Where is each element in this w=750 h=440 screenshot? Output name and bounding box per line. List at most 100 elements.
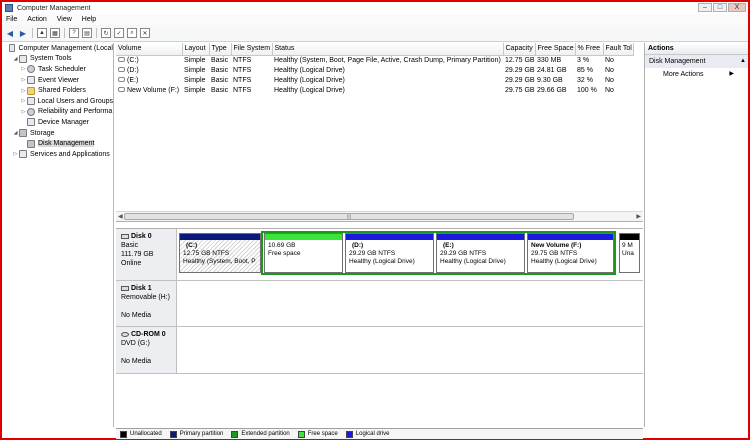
minimize-button[interactable]: – — [698, 3, 712, 12]
menu-view[interactable]: View — [57, 16, 72, 23]
check-icon[interactable]: ✓ — [114, 28, 124, 38]
tree-item[interactable]: Computer Management (Local — [2, 43, 113, 54]
column-header-capacity[interactable]: Capacity — [503, 43, 536, 56]
tree-item-label: Computer Management (Local — [18, 44, 113, 52]
delete-icon[interactable]: ✕ — [140, 28, 150, 38]
column-header-file-system[interactable]: File System — [231, 43, 273, 56]
partition-f[interactable]: New Volume (F:) 29.75 GB NTFS Healthy (L… — [527, 233, 614, 273]
tree-item[interactable]: ▷ Event Viewer — [2, 75, 113, 86]
volume-table: Volume Layout Type File System Status Ca… — [116, 43, 634, 95]
legend: Unallocated Primary partition Extended par… — [116, 428, 643, 439]
toolbar-separator — [32, 28, 33, 38]
collapsed-arrow-icon[interactable]: ▷ — [20, 77, 27, 83]
tree-item[interactable]: ▷ Local Users and Groups — [2, 96, 113, 107]
scroll-right-icon[interactable]: ▶ — [636, 213, 641, 220]
table-cell: Simple — [182, 65, 209, 75]
partition-status: Free space — [268, 250, 301, 257]
tree-item[interactable]: ◢ Storage — [2, 128, 113, 139]
tree-item[interactable]: ▷ Services and Applications — [2, 149, 113, 160]
forward-arrow-icon[interactable]: ▶ — [18, 28, 28, 38]
table-cell: 32 % — [575, 75, 603, 85]
column-header-fault-tolerance[interactable]: Fault Tol — [603, 43, 634, 56]
tree-item[interactable]: ▷ Reliability and Performa — [2, 107, 113, 118]
tools-icon — [19, 54, 27, 63]
column-header-status[interactable]: Status — [272, 43, 504, 56]
horizontal-scrollbar[interactable]: ◀ ||| ▶ — [116, 211, 643, 221]
column-header-percent-free[interactable]: % Free — [575, 43, 604, 56]
collapse-up-icon[interactable]: ▲ — [740, 55, 746, 68]
menu-help[interactable]: Help — [82, 16, 96, 23]
tree-item[interactable]: ▷ Shared Folders — [2, 85, 113, 96]
back-arrow-icon[interactable]: ◀ — [5, 28, 15, 38]
actions-section-disk-management[interactable]: Disk Management ▲ — [645, 55, 748, 68]
disk-info-disk-0[interactable]: Disk 0 Basic 111.79 GB Online — [116, 229, 177, 280]
cell-text: NTFS — [233, 66, 252, 74]
close-button[interactable]: X — [728, 3, 746, 12]
maximize-button[interactable]: □ — [713, 3, 727, 12]
disk-info-disk-1[interactable]: Disk 1 Removable (H:) No Media — [116, 281, 177, 326]
disk-icon — [121, 234, 129, 239]
cell-text: 3 % — [577, 56, 590, 64]
legend-label: Logical drive — [355, 431, 390, 437]
partition-d[interactable]: (D:) 29.29 GB NTFS Healthy (Logical Driv… — [345, 233, 434, 273]
table-cell: Basic — [209, 55, 231, 65]
column-header-volume[interactable]: Volume — [116, 43, 183, 56]
tree-item[interactable]: ▷ Task Scheduler — [2, 64, 113, 75]
collapsed-arrow-icon[interactable]: ▷ — [20, 109, 27, 115]
tree-item[interactable]: Disk Management — [2, 138, 113, 149]
table-cell: NTFS — [231, 65, 272, 75]
column-header-layout[interactable]: Layout — [182, 43, 210, 56]
show-hide-tree-icon[interactable]: ▦ — [50, 28, 60, 38]
scroll-left-icon[interactable]: ◀ — [118, 213, 123, 220]
cell-text: Healthy (System, Boot, Page File, Active… — [274, 56, 501, 64]
partition-size: 29.75 GB NTFS — [531, 250, 578, 257]
table-row[interactable]: New Volume (F:) Simple Basic NTFS Healthy (L… — [116, 85, 633, 95]
expanded-arrow-icon[interactable]: ◢ — [12, 130, 19, 136]
legend-item: Logical drive — [345, 430, 390, 438]
legend-item: Unallocated — [120, 430, 162, 438]
partition-bar — [346, 234, 433, 240]
up-folder-icon[interactable]: ▲ — [37, 28, 47, 38]
legend-label: Unallocated — [130, 431, 162, 437]
help-icon[interactable]: ? — [69, 28, 79, 38]
cell-text: Basic — [211, 66, 229, 74]
partition-unallocated[interactable]: 9 M Una — [619, 233, 640, 273]
tree-item[interactable]: ◢ System Tools — [2, 54, 113, 65]
rescan-disks-icon[interactable]: ↻ — [101, 28, 111, 38]
collapsed-arrow-icon[interactable]: ▷ — [20, 98, 27, 104]
disk-row-cdrom-0: CD-ROM 0 DVD (G:) No Media — [116, 327, 643, 374]
scrollbar-thumb[interactable]: ||| — [124, 213, 574, 220]
menu-action[interactable]: Action — [27, 16, 46, 23]
more-actions-item[interactable]: More Actions ▶ — [645, 68, 748, 81]
expanded-arrow-icon[interactable]: ◢ — [12, 56, 19, 62]
search-icon[interactable]: ⌕ — [127, 28, 137, 38]
properties-icon[interactable]: ▤ — [82, 28, 92, 38]
partition-free-space[interactable]: 10.69 GB Free space — [264, 233, 343, 273]
table-cell: Healthy (Logical Drive) — [272, 65, 503, 75]
table-row[interactable]: (C:) Simple Basic NTFS Healthy (System, Boot… — [116, 55, 633, 65]
cell-text: NTFS — [233, 56, 252, 64]
actions-pane: Actions Disk Management ▲ More Actions ▶ — [644, 43, 748, 427]
collapsed-arrow-icon[interactable]: ▷ — [12, 151, 19, 157]
cell-text: Simple — [184, 76, 206, 84]
tree-item[interactable]: Device Manager — [2, 117, 113, 128]
menu-file[interactable]: File — [6, 16, 17, 23]
collapsed-arrow-icon[interactable]: ▷ — [20, 66, 27, 72]
table-cell: NTFS — [231, 85, 272, 95]
partition-c[interactable]: (C:) 12.75 GB NTFS Healthy (System, Boot… — [179, 233, 261, 273]
table-row[interactable]: (E:) Simple Basic NTFS Healthy (Logical Driv… — [116, 75, 633, 85]
legend-swatch — [231, 430, 239, 438]
tree-item-label: Event Viewer — [38, 76, 80, 84]
actions-header: Actions — [645, 43, 748, 55]
column-header-free-space[interactable]: Free Space — [535, 43, 576, 56]
partition-e[interactable]: (E:) 29.29 GB NTFS Healthy (Logical Driv… — [436, 233, 525, 273]
legend-swatch — [169, 430, 177, 438]
column-header-type[interactable]: Type — [209, 43, 232, 56]
table-row[interactable]: (D:) Simple Basic NTFS Healthy (Logical Driv… — [116, 65, 633, 75]
table-cell: Basic — [209, 85, 231, 95]
cell-text: Simple — [184, 56, 206, 64]
collapsed-arrow-icon[interactable]: ▷ — [20, 88, 27, 94]
partition-bar — [180, 234, 260, 240]
tree-item-label: Task Scheduler — [38, 65, 86, 73]
disk-info-cdrom-0[interactable]: CD-ROM 0 DVD (G:) No Media — [116, 327, 177, 373]
